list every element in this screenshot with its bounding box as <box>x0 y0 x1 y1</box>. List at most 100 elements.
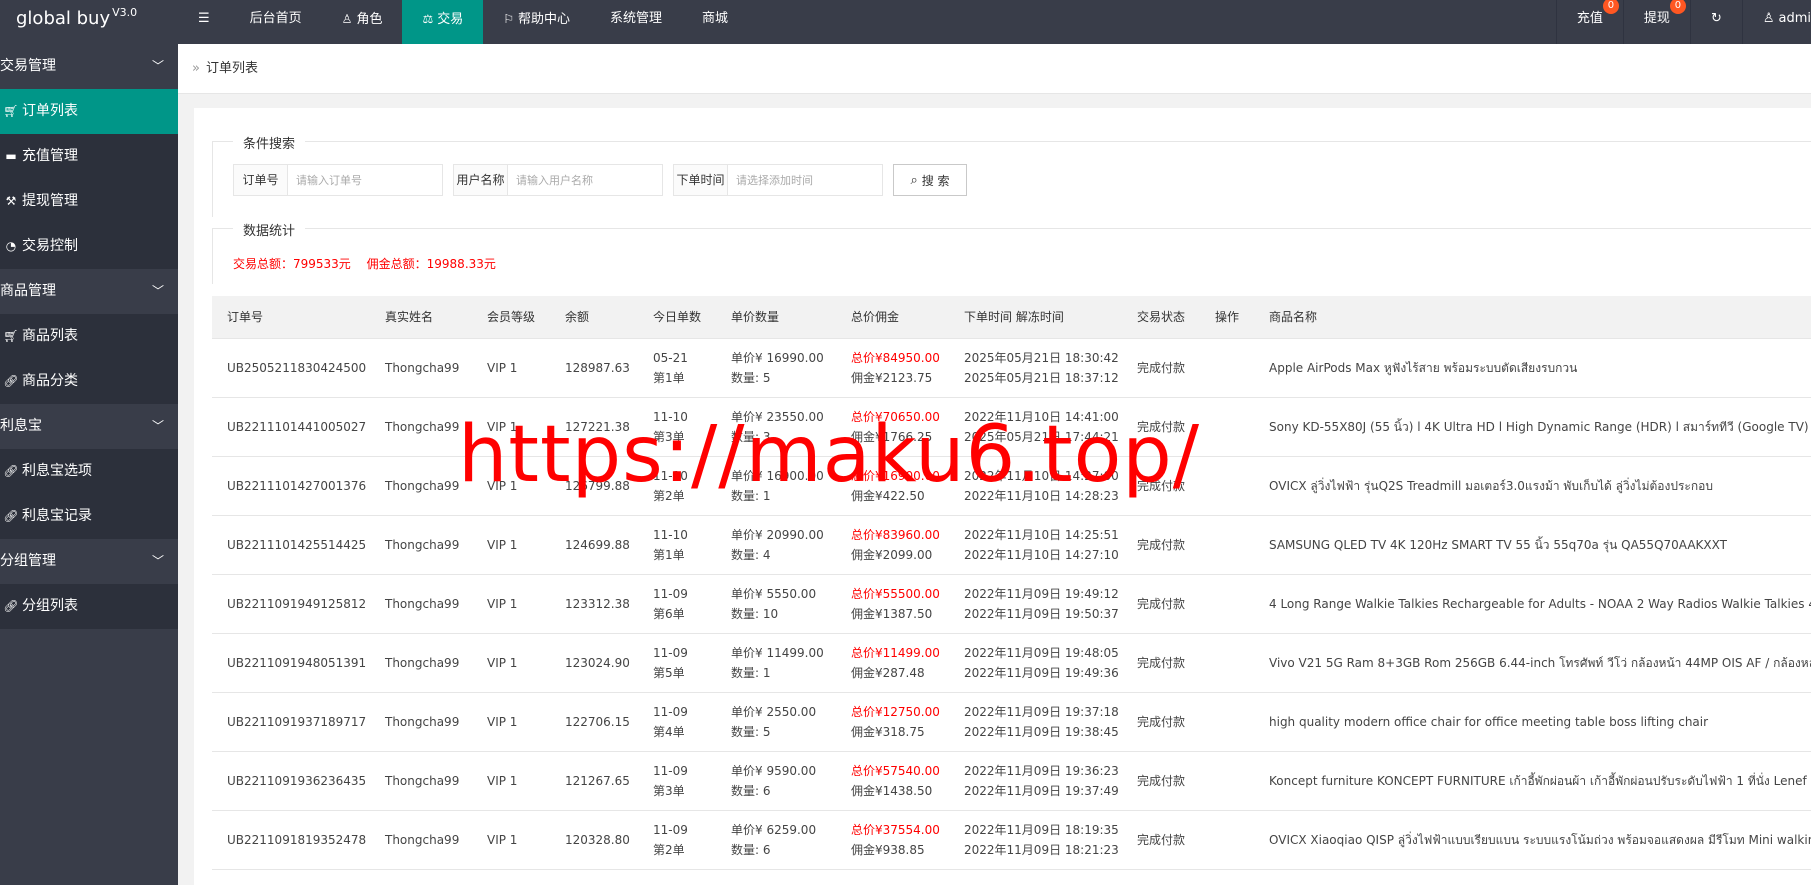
user-name-label: 用户名称 <box>454 165 508 195</box>
product-name: 4 Long Range Walkie Talkies Rechargeable… <box>1269 596 1811 611</box>
product-name: Koncept furniture KONCEPT FURNITURE เก้า… <box>1269 773 1811 788</box>
link-icon: 🔗︎ <box>3 599 19 613</box>
sidebar-item-withdraw[interactable]: ⚒ 提现管理 <box>0 179 178 224</box>
recharge-button[interactable]: 充值 0 <box>1555 0 1623 44</box>
top-nav: ☰ 后台首页 ♙ 角色 ⚖ 交易 ⚐ 帮助中心 系统管理 商城 <box>178 0 748 44</box>
table-row[interactable]: UB2505211830424500 Thongcha99 VIP 1 128987.… <box>212 338 1811 397</box>
real-name: Thongcha99 <box>385 714 460 729</box>
unit-price: 单价¥ 5550.00 <box>731 586 817 601</box>
flag-icon: ⚐ <box>503 12 514 26</box>
unfreeze-time: 2022年11月09日 19:37:49 <box>964 783 1119 798</box>
order-number: UB2211091819352478 <box>227 832 367 847</box>
cart-icon: 🛒︎ <box>3 104 19 118</box>
quantity: 数量: 1 <box>731 665 771 680</box>
total-price: 总价¥57540.00 <box>851 763 940 778</box>
order-seq: 第2单 <box>653 842 685 857</box>
topnav-item-mall[interactable]: 商城 <box>682 0 748 44</box>
sidebar-item-interest-records[interactable]: 🔗︎ 利息宝记录 <box>0 494 178 539</box>
sidebar-group-groups[interactable]: 分组管理 ﹀ <box>0 539 178 584</box>
order-table: 订单号 真实姓名 会员等级 余额 今日单数 单价数量 总价佣金 下单时间 解冻时间 交易状态 操作… <box>212 296 1811 885</box>
table-row[interactable]: 11-09单价¥ 4990.00总价¥29940.002022年11月09日 1… <box>212 869 1811 885</box>
column-header: 商品名称 <box>1254 296 1811 339</box>
sidebar-item-label: 交易控制 <box>22 238 78 254</box>
refresh-button[interactable]: ↻ <box>1689 0 1742 44</box>
member-level: VIP 1 <box>487 655 518 670</box>
unit-price: 单价¥ 11499.00 <box>731 645 824 660</box>
topnav-item-system[interactable]: 系统管理 <box>590 0 682 44</box>
column-header: 会员等级 <box>472 296 550 339</box>
sidebar-item-recharge[interactable]: ▬ 充值管理 <box>0 134 178 179</box>
search-button-label: 搜 索 <box>921 173 950 188</box>
topnav-item-help[interactable]: ⚐ 帮助中心 <box>483 0 590 44</box>
sidebar-item-goods-category[interactable]: 🔗︎ 商品分类 <box>0 359 178 404</box>
stats-section: 数据统计 交易总额：799533元 佣金总额：19988.33元 <box>212 220 1811 284</box>
topnav-item-label: 后台首页 <box>249 11 302 26</box>
real-name: Thongcha99 <box>385 655 460 670</box>
sidebar-item-goods-list[interactable]: 🛒︎ 商品列表 <box>0 314 178 359</box>
order-number: UB2211091937189717 <box>227 714 367 729</box>
table-row[interactable]: UB2211091819352478 Thongcha99 VIP 1 120328.… <box>212 810 1811 869</box>
sidebar-group-trade[interactable]: 交易管理 ﹀ <box>0 44 178 89</box>
recharge-label: 充值 <box>1576 11 1603 26</box>
table-row[interactable]: UB2211091936236435 Thongcha99 VIP 1 121267.… <box>212 751 1811 810</box>
search-button[interactable]: ⌕ 搜 索 <box>893 164 967 196</box>
order-number: UB2211091948051391 <box>227 655 367 670</box>
product-name: Apple AirPods Max หูฟังไร้สาย พร้อมระบบต… <box>1269 360 1578 375</box>
user-name-input[interactable] <box>508 165 662 195</box>
search-section: 条件搜索 订单号 用户名称 下单时间 ⌕搜 索 <box>212 133 1811 217</box>
table-row[interactable]: UB2211091937189717 Thongcha99 VIP 1 122706.… <box>212 692 1811 751</box>
order-number: UB2211091949125812 <box>227 596 367 611</box>
real-name: Thongcha99 <box>385 360 460 375</box>
breadcrumb: » 订单列表 <box>178 44 1811 94</box>
app-logo[interactable]: global buy V3.0 <box>16 0 137 38</box>
sidebar-group-interest[interactable]: 利息宝 ﹀ <box>0 404 178 449</box>
commission: 佣金¥287.48 <box>851 665 925 680</box>
hamburger-icon: ☰ <box>198 11 210 26</box>
topnav-item-trade[interactable]: ⚖ 交易 <box>402 0 484 44</box>
search-row: 订单号 用户名称 下单时间 ⌕搜 索 <box>233 164 967 196</box>
quantity: 数量: 4 <box>731 547 771 562</box>
withdraw-button[interactable]: 提现 0 <box>1622 0 1690 44</box>
table-row[interactable]: UB2211091948051391 Thongcha99 VIP 1 123024.… <box>212 633 1811 692</box>
sidebar-group-goods[interactable]: 商品管理 ﹀ <box>0 269 178 314</box>
user-name: admi <box>1778 11 1811 26</box>
topnav-item-role[interactable]: ♙ 角色 <box>322 0 403 44</box>
order-time-input[interactable] <box>728 165 882 195</box>
member-level: VIP 1 <box>487 832 518 847</box>
sidebar-item-group-list[interactable]: 🔗︎ 分组列表 <box>0 584 178 629</box>
unfreeze-time: 2022年11月09日 18:21:23 <box>964 842 1119 857</box>
order-time: 2022年11月09日 19:49:12 <box>964 586 1119 601</box>
order-time: 2022年11月09日 18:19:35 <box>964 822 1119 837</box>
withdraw-label: 提现 <box>1643 11 1670 26</box>
balance: 128987.63 <box>565 360 630 375</box>
user-menu[interactable]: ♙ admi <box>1741 0 1811 44</box>
sidebar-item-order-list[interactable]: 🛒︎ 订单列表 <box>0 89 178 134</box>
order-table-wrap: 订单号 真实姓名 会员等级 余额 今日单数 单价数量 总价佣金 下单时间 解冻时间 交易状态 操作… <box>212 296 1811 885</box>
card-icon: ▬ <box>5 149 17 163</box>
order-number-input[interactable] <box>288 165 442 195</box>
column-header: 订单号 <box>212 296 370 339</box>
sidebar-group-label: 利息宝 <box>0 418 42 434</box>
menu-toggle-button[interactable]: ☰ <box>178 0 230 44</box>
sidebar-item-interest-options[interactable]: 🔗︎ 利息宝选项 <box>0 449 178 494</box>
total-price: 总价¥84950.00 <box>851 350 940 365</box>
table-row[interactable]: UB2211101425514425 Thongcha99 VIP 1 124699.… <box>212 515 1811 574</box>
trade-status: 完成付款 <box>1137 537 1186 552</box>
order-day: 11-09 <box>653 586 688 601</box>
table-row[interactable]: UB2211091949125812 Thongcha99 VIP 1 123312.… <box>212 574 1811 633</box>
balance: 122706.15 <box>565 714 630 729</box>
real-name: Thongcha99 <box>385 478 460 493</box>
commission: 佣金¥1438.50 <box>851 783 933 798</box>
order-seq: 第4单 <box>653 724 685 739</box>
balance: 120328.80 <box>565 832 630 847</box>
sidebar-item-trade-control[interactable]: ◔ 交易控制 <box>0 224 178 269</box>
app-name: global buy <box>16 8 111 29</box>
product-name: SAMSUNG QLED TV 4K 120Hz SMART TV 55 นิ้… <box>1269 537 1727 552</box>
total-commission-amount: 佣金总额：19988.33元 <box>366 257 496 271</box>
topnav-item-home[interactable]: 后台首页 <box>230 0 322 44</box>
order-day: 11-09 <box>653 763 688 778</box>
balance: 123024.90 <box>565 655 630 670</box>
search-section-title: 条件搜索 <box>233 133 306 152</box>
column-header: 真实姓名 <box>370 296 472 339</box>
column-header: 下单时间 解冻时间 <box>949 296 1122 339</box>
